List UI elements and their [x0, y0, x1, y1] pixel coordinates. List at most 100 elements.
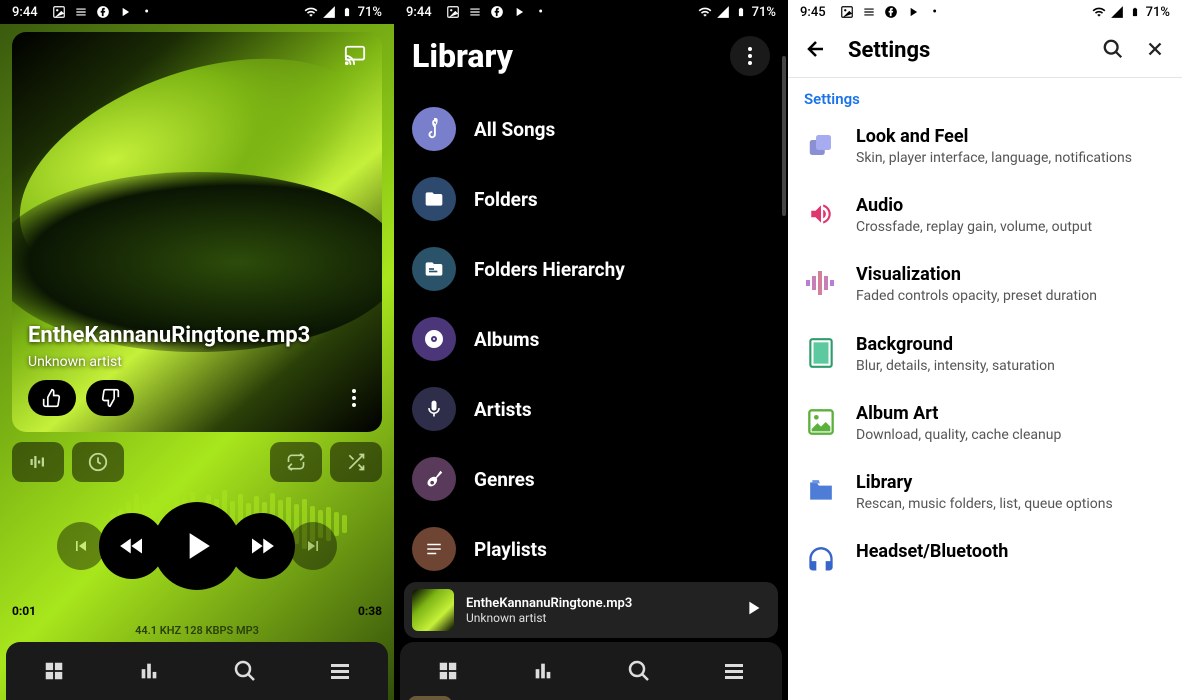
nav-equalizer-button[interactable] [129, 651, 169, 691]
nav-library-grid-button[interactable] [34, 651, 74, 691]
lib-item-label: Albums [474, 328, 539, 351]
lib-item-label: All Songs [474, 118, 555, 141]
cast-icon[interactable] [342, 44, 368, 70]
track-artist: Unknown artist [28, 354, 366, 370]
library-more-button[interactable] [730, 36, 770, 76]
settings-item-library[interactable]: Library Rescan, music folders, list, queu… [804, 458, 1166, 527]
dot-icon: • [928, 5, 942, 19]
bg-icon [804, 336, 838, 370]
settings-item-look-and-feel[interactable]: Look and Feel Skin, player interface, lan… [804, 112, 1166, 181]
wifi-icon [304, 5, 318, 19]
image-icon [446, 5, 460, 19]
mini-play-button[interactable] [742, 597, 764, 623]
nav-search-button[interactable] [619, 651, 659, 691]
lib-item-artists[interactable]: Artists [412, 374, 770, 444]
battery-icon [734, 5, 748, 19]
player-container: EntheKannanuRingtone.mp3 Unknown artist [0, 24, 394, 700]
battery-pct: 71% [358, 5, 382, 20]
settings-item-label: Album Art [856, 403, 1166, 424]
audio-icon [804, 197, 838, 231]
nav-library-grid-button[interactable] [428, 651, 468, 691]
settings-screen: 9:45 • 71% Settings Settings Loo [788, 0, 1182, 700]
battery-pct: 71% [752, 5, 776, 20]
next-track-button[interactable] [289, 522, 337, 570]
library-screen: 9:44 • 71% Library All Songs Fol [394, 0, 788, 700]
settings-item-label: Background [856, 334, 1166, 355]
nav-menu-button[interactable] [320, 651, 360, 691]
settings-item-visualization[interactable]: Visualization Faded controls opacity, pre… [804, 250, 1166, 319]
more-options-button[interactable] [342, 386, 366, 410]
settings-item-desc: Faded controls opacity, preset duration [856, 287, 1166, 305]
library-small-icon [74, 5, 88, 19]
folder-tree-icon [412, 247, 456, 291]
track-title: EntheKannanuRingtone.mp3 [28, 323, 366, 348]
lib-icon [804, 474, 838, 508]
settings-item-label: Library [856, 472, 1166, 493]
status-time: 9:45 [800, 5, 826, 20]
settings-item-desc: Skin, player interface, language, notifi… [856, 149, 1166, 167]
image-icon [52, 5, 66, 19]
disc-icon [412, 317, 456, 361]
mini-player[interactable]: EntheKannanuRingtone.mp3 Unknown artist [404, 582, 778, 638]
time-total: 0:38 [358, 604, 382, 618]
nav-menu-button[interactable] [714, 651, 754, 691]
status-bar: 9:44 • 71% [0, 0, 394, 24]
thumbs-up-button[interactable] [28, 380, 76, 416]
settings-item-desc: Rescan, music folders, list, queue optio… [856, 495, 1166, 513]
battery-pct: 71% [1146, 5, 1170, 20]
lib-item-genres[interactable]: Genres [412, 444, 770, 514]
lib-item-all-songs[interactable]: All Songs [412, 94, 770, 164]
mini-track-artist: Unknown artist [466, 611, 730, 625]
lib-item-folders-hierarchy[interactable]: Folders Hierarchy [412, 234, 770, 304]
settings-item-label: Visualization [856, 264, 1166, 285]
play-button[interactable] [153, 502, 241, 590]
bottom-nav [400, 642, 782, 700]
repeat-button[interactable] [270, 442, 322, 482]
lib-item-label: Folders [474, 188, 538, 211]
library-small-icon [468, 5, 482, 19]
play-small-icon [906, 5, 920, 19]
play-small-icon [118, 5, 132, 19]
library-title: Library [412, 37, 513, 75]
thumbs-down-button[interactable] [86, 380, 134, 416]
lib-item-label: Playlists [474, 538, 547, 561]
sleep-timer-button[interactable] [72, 442, 124, 482]
lib-item-playlists[interactable]: Playlists [412, 514, 770, 584]
treble-clef-icon [412, 107, 456, 151]
album-art[interactable]: EntheKannanuRingtone.mp3 Unknown artist [12, 32, 382, 432]
lib-item-folders[interactable]: Folders [412, 164, 770, 234]
shuffle-button[interactable] [330, 442, 382, 482]
folder-icon [412, 177, 456, 221]
close-button[interactable] [1144, 38, 1166, 64]
library-small-icon [862, 5, 876, 19]
visualizer-button[interactable] [12, 442, 64, 482]
nav-search-button[interactable] [225, 651, 265, 691]
library-list: All Songs Folders Folders Hierarchy Albu… [394, 94, 788, 584]
hidden-row-peek [408, 696, 452, 700]
lib-item-label: Artists [474, 398, 532, 421]
settings-item-label: Headset/Bluetooth [856, 541, 1166, 562]
time-elapsed: 0:01 [12, 604, 36, 618]
art-icon [804, 405, 838, 439]
settings-item-headset[interactable]: Headset/Bluetooth [804, 527, 1166, 591]
settings-item-album-art[interactable]: Album ArtDownload, quality, cache cleanu… [804, 389, 1166, 458]
now-playing-screen: 9:44 • 71% EntheKannanuRingtone.mp3 Unkn… [0, 0, 394, 700]
lib-item-albums[interactable]: Albums [412, 304, 770, 374]
headset-icon [804, 543, 838, 577]
settings-subtitle: Settings [788, 78, 1182, 112]
scrollbar[interactable] [782, 56, 786, 216]
facebook-icon [490, 5, 504, 19]
settings-item-desc: Crossfade, replay gain, volume, output [856, 218, 1166, 236]
mini-track-title: EntheKannanuRingtone.mp3 [466, 596, 730, 611]
search-button[interactable] [1102, 38, 1124, 64]
settings-item-background[interactable]: BackgroundBlur, details, intensity, satu… [804, 320, 1166, 389]
settings-item-label: Look and Feel [856, 126, 1166, 147]
back-button[interactable] [804, 37, 828, 65]
settings-item-audio[interactable]: AudioCrossfade, replay gain, volume, out… [804, 181, 1166, 250]
prev-track-button[interactable] [57, 522, 105, 570]
battery-icon [1128, 5, 1142, 19]
list-icon [412, 527, 456, 571]
signal-icon [716, 5, 730, 19]
nav-equalizer-button[interactable] [523, 651, 563, 691]
audio-format: 44.1 KHZ 128 KBPS MP3 [0, 624, 394, 637]
